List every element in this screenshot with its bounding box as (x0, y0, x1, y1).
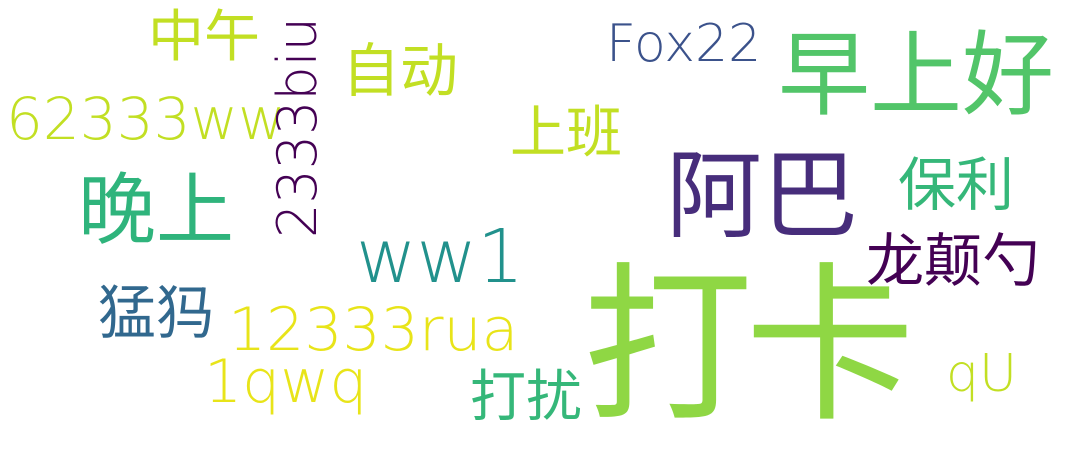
word-cloud: 打卡 早上好 阿巴 晚上 ww1 Fox22 中午 自动 62333ww 上班 … (0, 0, 1080, 463)
word-ww1: ww1 (356, 214, 525, 300)
word-zidong: 自动 (342, 37, 459, 105)
word-zhongwu: 中午 (148, 5, 260, 70)
word-2333biu: 2333biu (266, 17, 329, 238)
word-fox22: Fox22 (606, 14, 762, 74)
word-zaoshanghao: 早上好 (778, 22, 1055, 129)
word-daka: 打卡 (583, 248, 915, 446)
word-62333ww: 62333ww (6, 85, 286, 153)
word-wanshang: 晚上 (78, 166, 235, 256)
word-aba: 阿巴 (666, 140, 858, 252)
word-shangban: 上班 (510, 101, 622, 166)
word-darao: 打扰 (470, 365, 582, 430)
word-baoli: 保利 (898, 151, 1015, 219)
word-qu: qU (946, 344, 1018, 404)
word-1qwq: 1qwq (204, 347, 368, 417)
word-mengma: 猛犸 (98, 279, 215, 347)
word-longdianshao: 龙颠勺 (866, 227, 1041, 295)
